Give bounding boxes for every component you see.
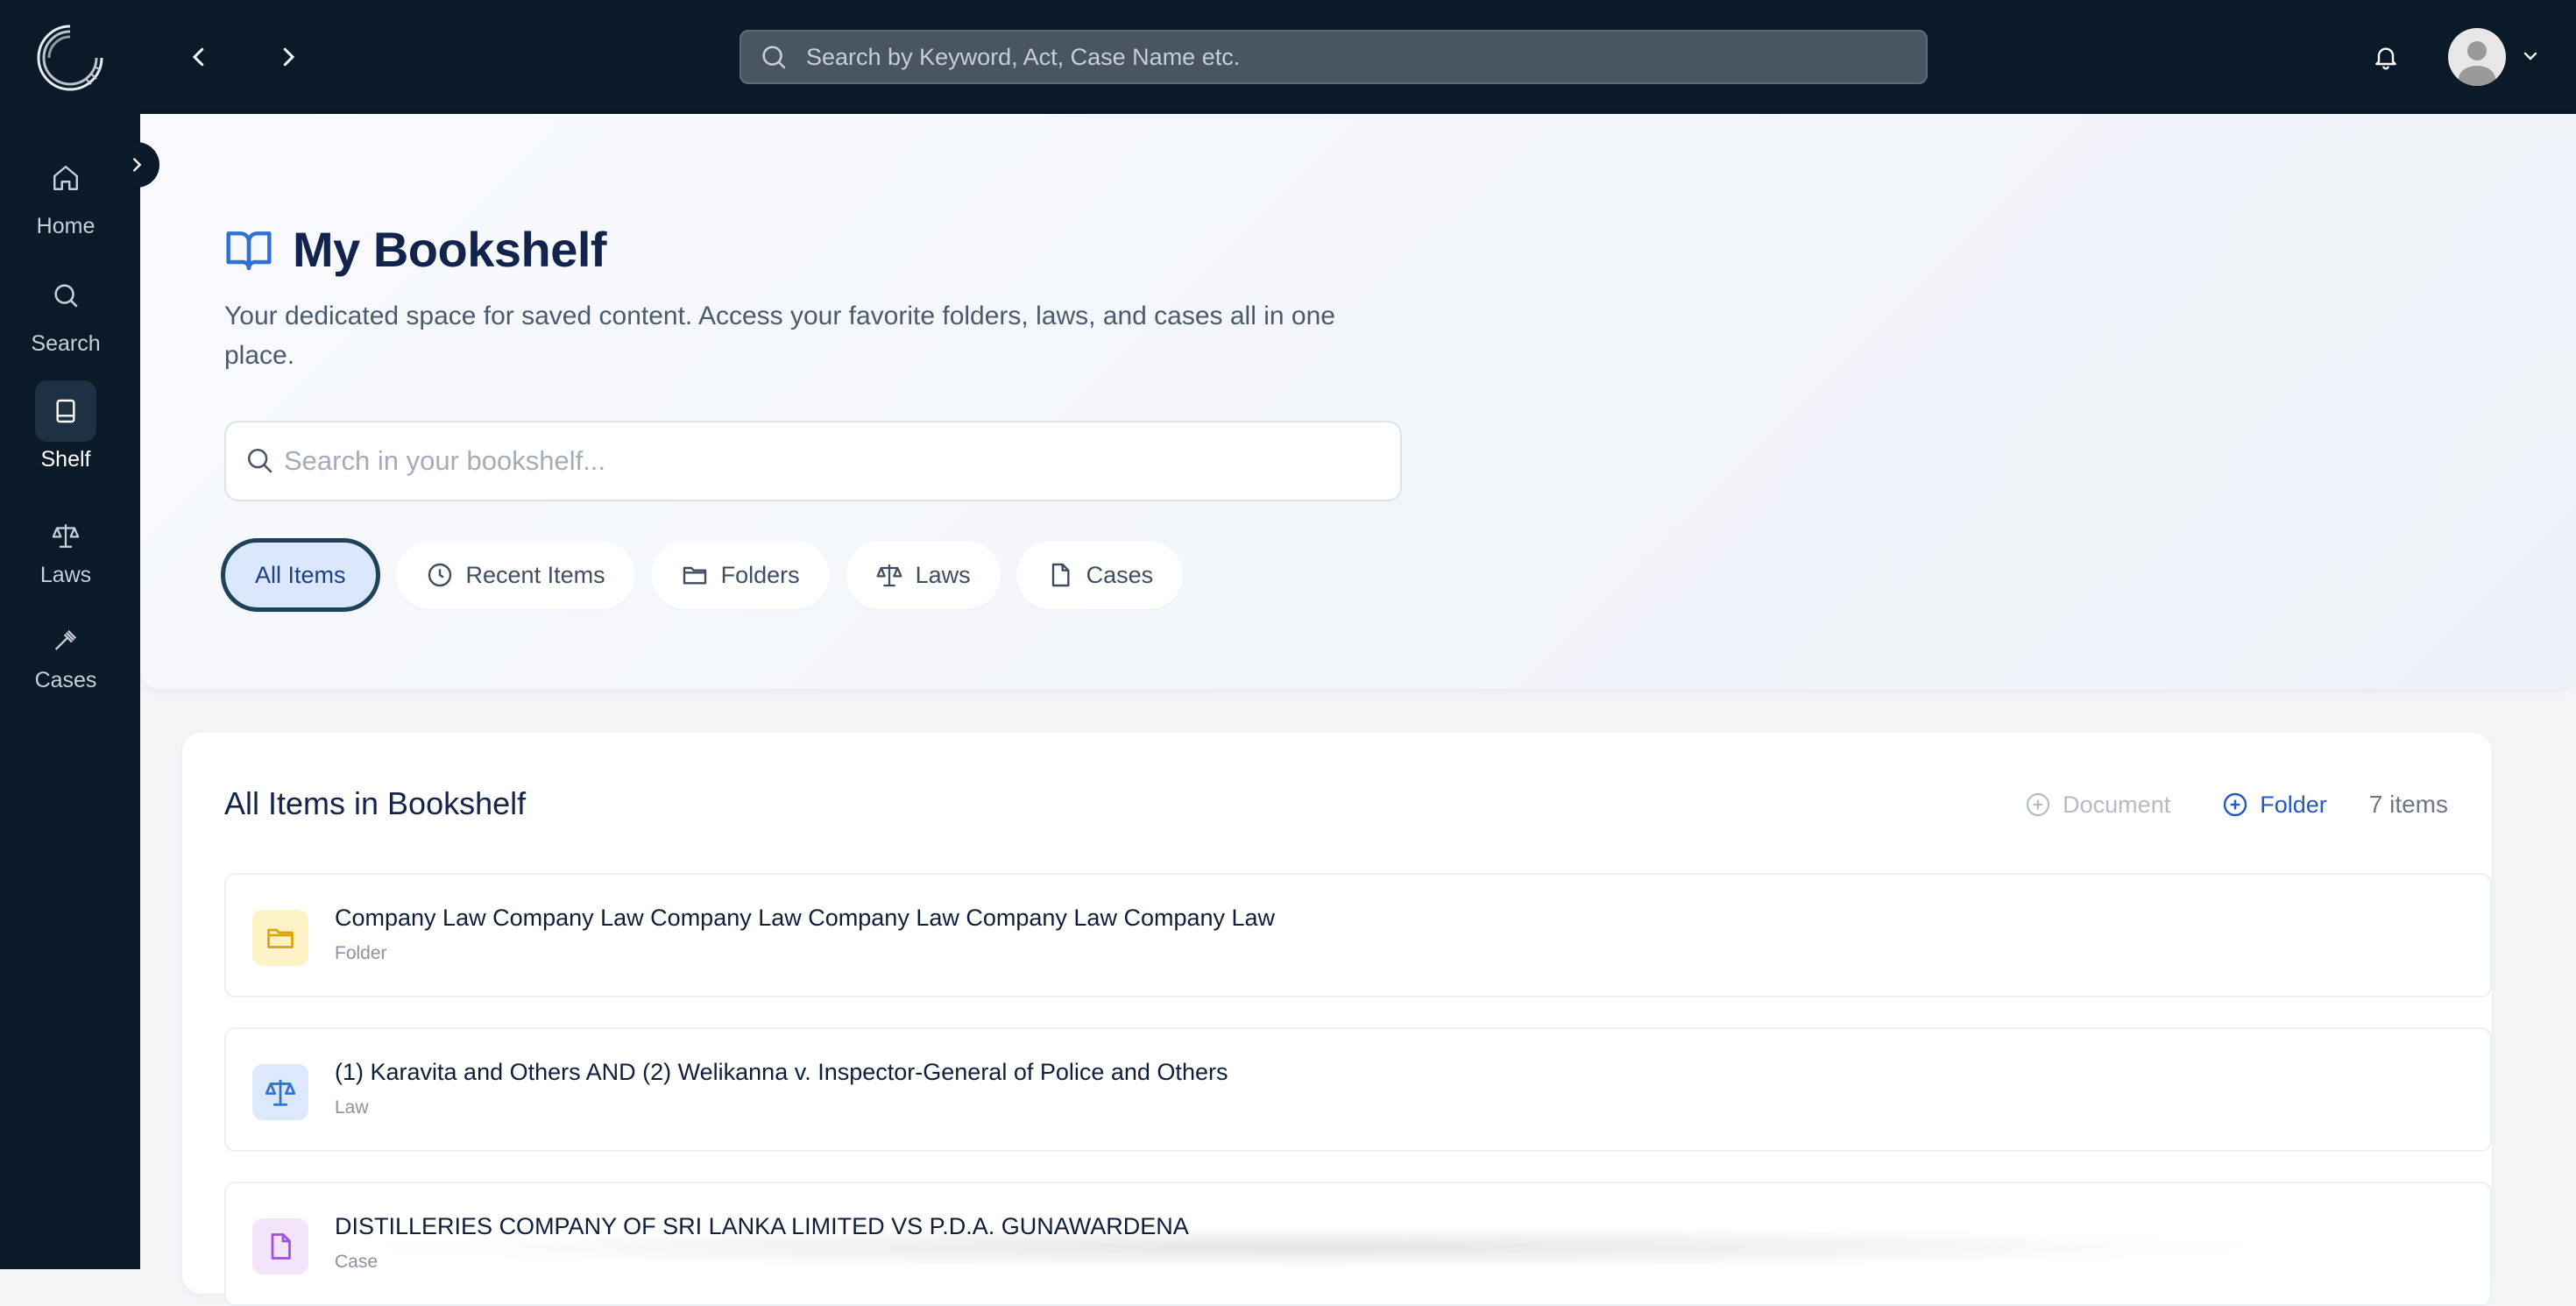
folder-icon: [681, 561, 709, 589]
filter-label: Folders: [720, 561, 800, 588]
scale-icon: [35, 514, 96, 557]
list-item[interactable]: DISTILLERIES COMPANY OF SRI LANKA LIMITE…: [224, 1182, 2492, 1306]
file-icon: [1046, 561, 1074, 589]
search-icon: [759, 42, 789, 72]
sidebar: Home Search Shelf Laws Cases: [0, 0, 140, 1269]
bookshelf-search-input[interactable]: [282, 444, 1400, 478]
bookshelf-items-panel: All Items in Bookshelf Document Folder 7…: [182, 733, 2492, 1306]
search-icon: [35, 265, 96, 326]
filter-label: All Items: [255, 561, 346, 588]
filter-folders[interactable]: Folders: [650, 541, 830, 609]
chevron-right-icon: [275, 44, 301, 70]
bell-icon: [2372, 43, 2400, 71]
top-bar: [140, 0, 2576, 114]
add-document-label: Document: [2063, 791, 2171, 818]
filter-recent-items[interactable]: Recent Items: [395, 541, 635, 609]
open-book-icon: [224, 227, 273, 273]
item-type: Case: [335, 1252, 379, 1272]
plus-circle-icon: [2221, 791, 2249, 819]
chevron-left-icon: [186, 44, 212, 70]
folder-icon: [252, 910, 308, 966]
filter-cases[interactable]: Cases: [1016, 541, 1184, 609]
account-menu-button[interactable]: [2520, 46, 2541, 67]
section-title: All Items in Bookshelf: [224, 785, 527, 821]
sidebar-item-search[interactable]: Search: [0, 265, 131, 357]
sidebar-item-home[interactable]: Home: [0, 147, 131, 239]
global-search-input[interactable]: [804, 42, 1926, 72]
home-icon: [35, 147, 96, 209]
filter-laws[interactable]: Laws: [845, 541, 1001, 609]
global-search-bar: [740, 30, 1928, 84]
book-icon: [35, 380, 96, 442]
sidebar-item-cases[interactable]: Cases: [0, 619, 131, 693]
filter-label: Cases: [1086, 561, 1154, 588]
page-description: Your dedicated space for saved content. …: [224, 302, 1335, 370]
filter-chips: All Items Recent Items Folders Laws Case…: [221, 538, 1199, 612]
list-item[interactable]: Company Law Company Law Company Law Comp…: [224, 873, 2492, 997]
bookshelf-header: My Bookshelf Your dedicated space for sa…: [140, 114, 2576, 689]
page-title: My Bookshelf: [293, 222, 607, 277]
sidebar-item-laws[interactable]: Laws: [0, 514, 131, 588]
item-type: Folder: [335, 943, 387, 963]
search-icon: [245, 446, 275, 476]
file-icon: [252, 1218, 308, 1274]
avatar[interactable]: [2448, 28, 2506, 86]
add-folder-button[interactable]: Folder: [2221, 791, 2327, 819]
plus-circle-icon: [2024, 791, 2052, 819]
list-item[interactable]: (1) Karavita and Others AND (2) Welikann…: [224, 1027, 2492, 1152]
item-title: Company Law Company Law Company Law Comp…: [335, 905, 1276, 931]
sidebar-item-label: Search: [31, 331, 101, 356]
notifications-button[interactable]: [2366, 37, 2406, 77]
back-button[interactable]: [177, 35, 221, 79]
sidebar-item-label: Cases: [34, 668, 97, 692]
forward-button[interactable]: [266, 35, 310, 79]
sidebar-item-label: Shelf: [40, 447, 91, 472]
item-title: DISTILLERIES COMPANY OF SRI LANKA LIMITE…: [335, 1213, 1189, 1239]
chevron-down-icon: [2520, 46, 2541, 67]
add-folder-label: Folder: [2260, 791, 2327, 818]
item-type: Law: [335, 1097, 369, 1118]
filter-all-items[interactable]: All Items: [221, 538, 380, 612]
sidebar-toggle-button[interactable]: [114, 142, 159, 188]
clock-icon: [426, 561, 454, 589]
gavel-icon: [35, 619, 96, 663]
app-logo[interactable]: [33, 21, 107, 95]
scale-icon: [252, 1064, 308, 1120]
sidebar-item-label: Home: [36, 214, 96, 238]
bookshelf-search-bar: [224, 421, 1402, 501]
item-count: 7 items: [2368, 791, 2448, 818]
add-document-button[interactable]: Document: [2024, 791, 2170, 819]
filter-label: Recent Items: [465, 561, 605, 588]
chevron-right-icon: [127, 155, 146, 174]
filter-label: Laws: [915, 561, 971, 588]
scale-icon: [875, 561, 903, 589]
sidebar-item-label: Laws: [39, 563, 92, 587]
sidebar-item-shelf[interactable]: Shelf: [0, 380, 131, 472]
item-title: (1) Karavita and Others AND (2) Welikann…: [335, 1059, 1228, 1085]
